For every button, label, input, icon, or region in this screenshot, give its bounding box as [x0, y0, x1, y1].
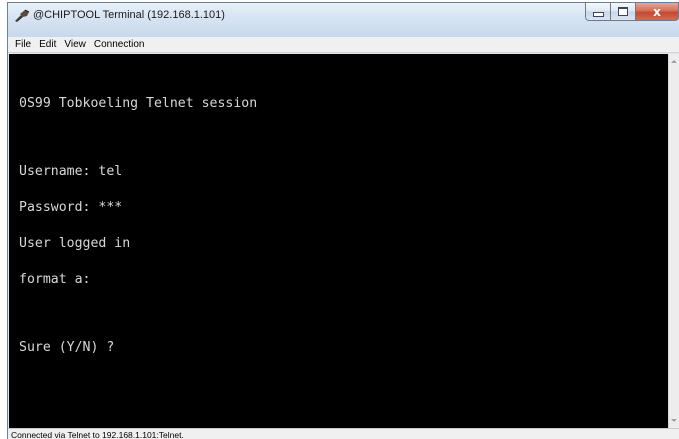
terminal-line-logged-in: User logged in: [19, 236, 131, 251]
chiptool-icon: [15, 9, 30, 22]
close-icon: x: [653, 4, 661, 19]
menu-bar: File Edit View Connection: [8, 37, 679, 53]
menu-view[interactable]: View: [60, 39, 90, 50]
scroll-up-icon[interactable]: [671, 60, 677, 63]
terminal-line-username: Username: tel: [19, 164, 123, 179]
menu-connection[interactable]: Connection: [90, 39, 149, 50]
status-text: Connected via Telnet to 192.168.1.101:Te…: [11, 430, 184, 439]
scroll-down-icon[interactable]: [671, 419, 677, 422]
terminal-line-prompt: Sure (Y/N) ?: [19, 340, 115, 355]
menu-file[interactable]: File: [11, 39, 35, 50]
close-button[interactable]: x: [636, 3, 679, 21]
window-title: @CHIPTOOL Terminal (192.168.1.101): [33, 9, 225, 21]
terminal-line-session: 0S99 Tobkoeling Telnet session: [19, 96, 258, 111]
menu-edit[interactable]: Edit: [35, 39, 60, 50]
maximize-icon: [618, 7, 628, 16]
terminal-line-password: Password: ***: [19, 200, 123, 215]
status-bar: Connected via Telnet to 192.168.1.101:Te…: [8, 428, 679, 439]
maximize-button[interactable]: [611, 3, 636, 21]
vertical-scrollbar[interactable]: [668, 54, 679, 428]
terminal-window: @CHIPTOOL Terminal (192.168.1.101) x Fil…: [7, 2, 679, 439]
minimize-button[interactable]: [585, 3, 611, 21]
terminal-line-format: format a:: [19, 272, 91, 287]
caption-buttons: x: [585, 3, 679, 22]
terminal-screen[interactable]: 0S99 Tobkoeling Telnet session Username:…: [9, 54, 668, 428]
minimize-icon: [592, 12, 604, 17]
title-bar[interactable]: @CHIPTOOL Terminal (192.168.1.101) x: [8, 3, 679, 37]
